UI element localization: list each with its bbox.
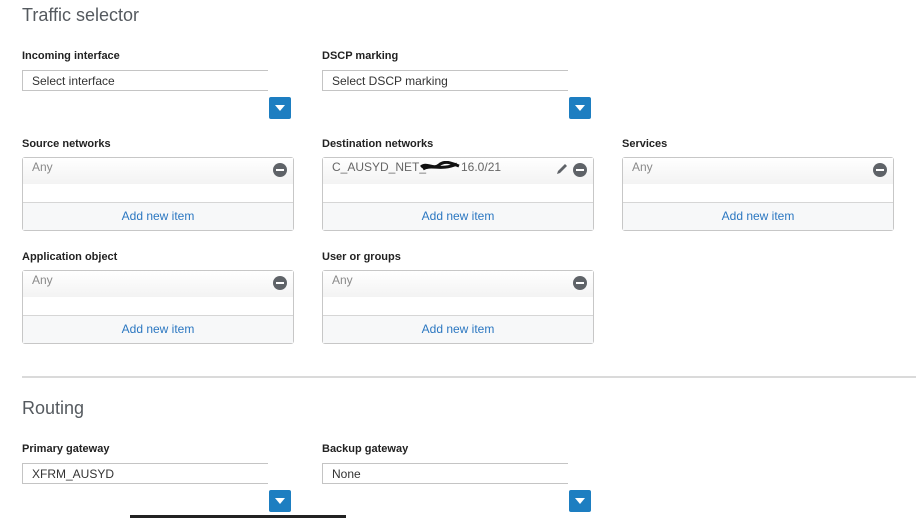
dscp-marking-dropdown-button[interactable] xyxy=(569,97,591,119)
user-or-groups-item-text: Any xyxy=(332,273,353,287)
source-networks-add-item-link[interactable]: Add new item xyxy=(23,202,293,230)
source-networks-list: Any Add new item xyxy=(22,157,294,231)
services-add-item-link[interactable]: Add new item xyxy=(623,202,893,230)
user-or-groups-list: Any Add new item xyxy=(322,270,594,344)
services-list: Any Add new item xyxy=(622,157,894,231)
remove-icon[interactable] xyxy=(273,276,287,290)
primary-gateway-dropdown-button[interactable] xyxy=(269,490,291,512)
application-object-label: Application object xyxy=(22,251,118,263)
routing-title: Routing xyxy=(22,398,85,418)
traffic-selector-title: Traffic selector xyxy=(22,5,140,25)
remove-icon[interactable] xyxy=(573,276,587,290)
destination-networks-label: Destination networks xyxy=(322,138,434,150)
remove-icon[interactable] xyxy=(273,163,287,177)
application-object-item-text: Any xyxy=(32,273,53,287)
list-item[interactable]: Any xyxy=(323,271,593,297)
list-item[interactable]: Any xyxy=(23,158,293,184)
destination-networks-item-prefix: C_AUSYD_NET_ xyxy=(332,160,427,174)
list-item[interactable]: Any xyxy=(623,158,893,184)
backup-gateway-label: Backup gateway xyxy=(322,443,409,455)
incoming-interface-label: Incoming interface xyxy=(22,50,120,62)
destination-networks-list: C_AUSYD_NET_ 16.0/21 Add new item xyxy=(322,157,594,231)
dscp-marking-select[interactable]: Select DSCP marking xyxy=(322,70,568,91)
application-object-add-item-link[interactable]: Add new item xyxy=(23,315,293,343)
list-item[interactable]: Any xyxy=(23,271,293,297)
remove-icon[interactable] xyxy=(573,163,587,177)
destination-networks-add-item-link[interactable]: Add new item xyxy=(323,202,593,230)
backup-gateway-select[interactable]: None xyxy=(322,463,568,484)
user-or-groups-label: User or groups xyxy=(322,251,401,263)
edit-pencil-icon[interactable] xyxy=(555,162,569,176)
section-divider xyxy=(22,376,916,378)
remove-icon[interactable] xyxy=(873,163,887,177)
primary-gateway-select[interactable]: XFRM_AUSYD xyxy=(22,463,268,484)
destination-networks-item-suffix: 16.0/21 xyxy=(461,160,502,174)
redaction-scribble xyxy=(420,161,460,171)
user-or-groups-add-item-link[interactable]: Add new item xyxy=(323,315,593,343)
incoming-interface-select[interactable]: Select interface xyxy=(22,70,268,91)
services-item-text: Any xyxy=(632,160,653,174)
primary-gateway-label: Primary gateway xyxy=(22,443,110,455)
source-networks-item-text: Any xyxy=(32,160,53,174)
application-object-list: Any Add new item xyxy=(22,270,294,344)
backup-gateway-dropdown-button[interactable] xyxy=(569,490,591,512)
incoming-interface-dropdown-button[interactable] xyxy=(269,97,291,119)
list-item[interactable]: C_AUSYD_NET_ 16.0/21 xyxy=(323,158,593,184)
source-networks-label: Source networks xyxy=(22,138,111,150)
services-label: Services xyxy=(622,138,668,150)
dscp-marking-label: DSCP marking xyxy=(322,50,399,62)
